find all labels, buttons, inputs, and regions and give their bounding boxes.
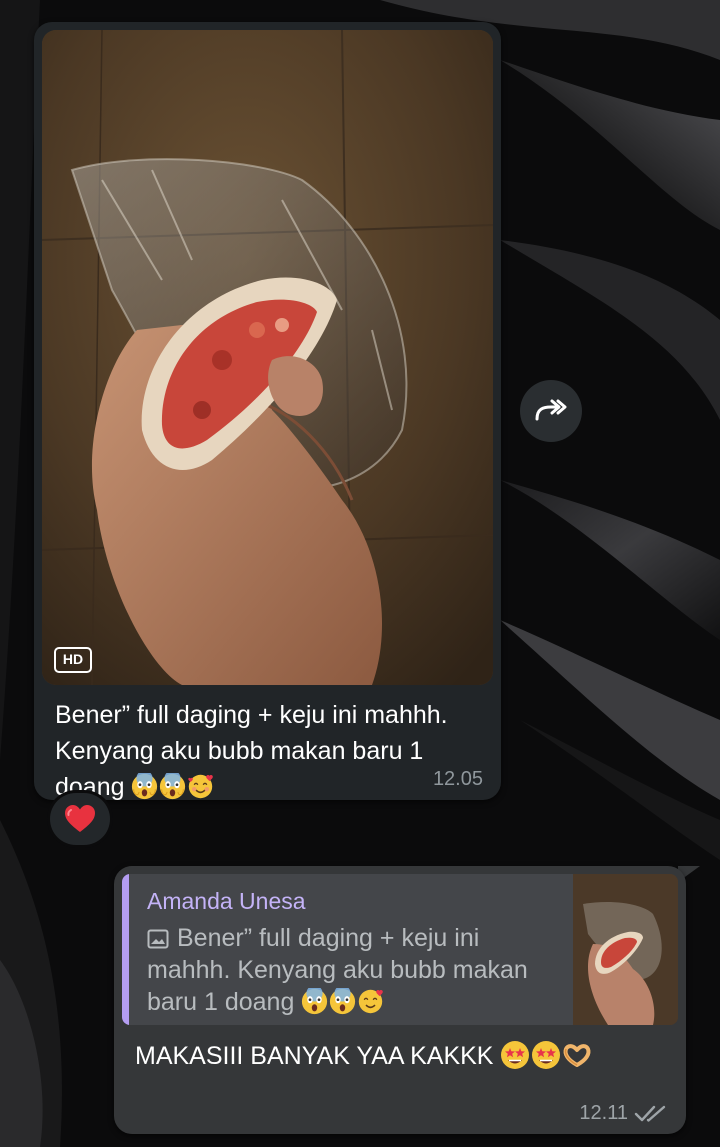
- forward-button[interactable]: [520, 380, 582, 442]
- message-timestamp: 12.05: [432, 768, 483, 790]
- heart-icon: [65, 805, 95, 832]
- food-thumbnail-image: [573, 874, 678, 1025]
- heart-hands-emoji-icon: [563, 1044, 591, 1067]
- face-screaming-in-fear-emoji-icon: [160, 773, 186, 800]
- reply-thumbnail: [573, 874, 678, 1025]
- outgoing-text: MAKASIII BANYAK YAA KAKKK: [135, 1038, 593, 1074]
- smiling-face-with-hearts-emoji-icon: [188, 774, 214, 799]
- message-timestamp: 12.11: [579, 1102, 628, 1124]
- heart-reaction[interactable]: [50, 793, 110, 845]
- incoming-message-bubble[interactable]: HD Bener” full daging + keju ini mahhh. …: [34, 22, 501, 801]
- outgoing-text-content: MAKASIII BANYAK YAA KAKKK: [135, 1042, 494, 1070]
- outgoing-timestamp-row: 12.11: [579, 1102, 668, 1125]
- face-screaming-in-fear-emoji-icon: [302, 988, 328, 1015]
- star-struck-emoji-icon: [532, 1041, 561, 1069]
- food-photo-image: [42, 30, 493, 685]
- reply-author: Amanda Unesa: [147, 888, 306, 914]
- chat-screen: HD Bener” full daging + keju ini mahhh. …: [0, 0, 720, 1147]
- message-caption: Bener” full daging + keju ini mahhh. Ken…: [55, 697, 485, 805]
- face-screaming-in-fear-emoji-icon: [330, 988, 356, 1015]
- reply-text: Bener” full daging + keju ini mahhh. Ken…: [147, 922, 542, 1018]
- reply-accent-bar: [122, 874, 129, 1025]
- face-screaming-in-fear-emoji-icon: [132, 773, 158, 800]
- forward-icon: [535, 399, 567, 421]
- outgoing-message-bubble[interactable]: Amanda Unesa Bener” full daging + keju i…: [114, 866, 686, 1134]
- image-icon: [147, 929, 169, 949]
- star-struck-emoji-icon: [501, 1041, 530, 1069]
- reply-quote[interactable]: Amanda Unesa Bener” full daging + keju i…: [122, 874, 678, 1025]
- smiling-face-with-hearts-emoji-icon: [359, 989, 384, 1014]
- double-check-read-icon: [634, 1105, 666, 1122]
- message-photo[interactable]: HD: [42, 30, 493, 685]
- caption-text: Bener” full daging + keju ini mahhh. Ken…: [55, 701, 448, 801]
- hd-badge: HD: [54, 647, 92, 673]
